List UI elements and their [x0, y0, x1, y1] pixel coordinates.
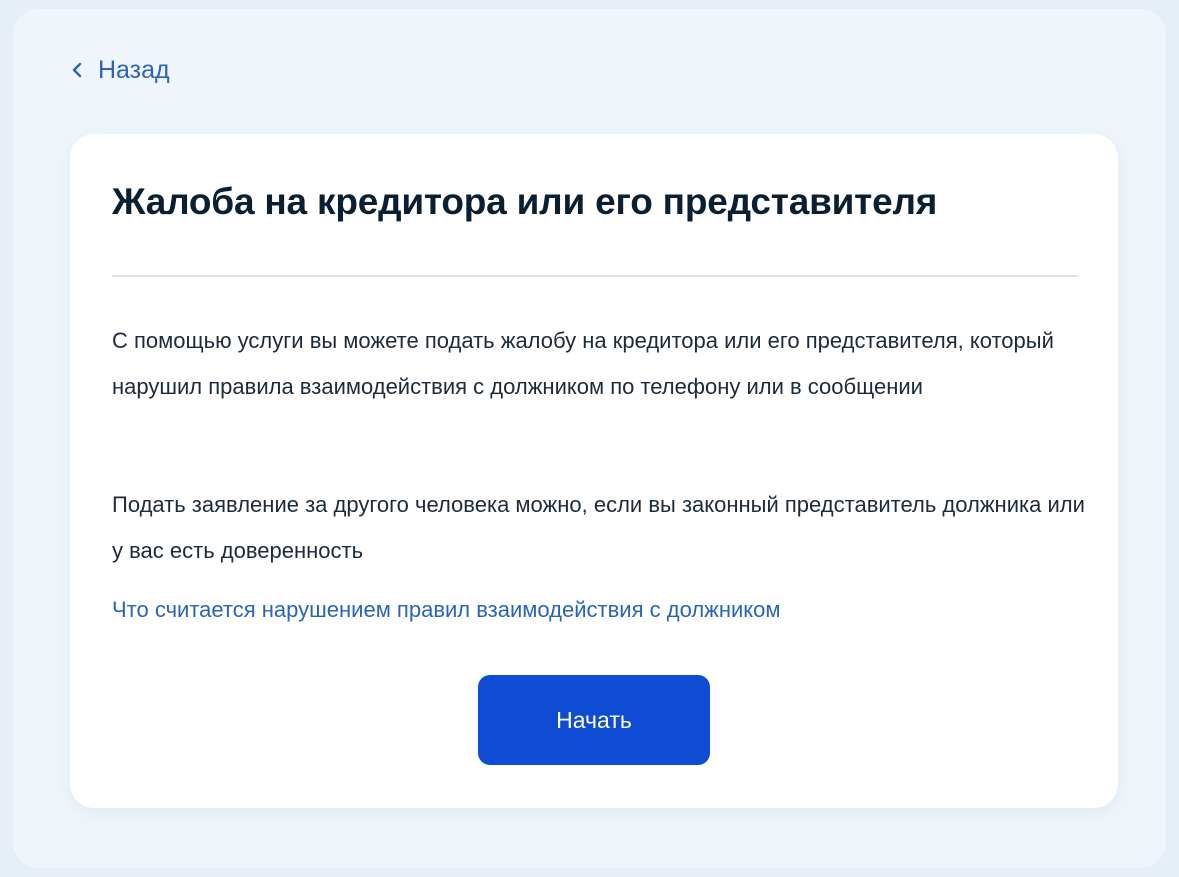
description-paragraph: С помощью услуги вы можете подать жалобу… [112, 328, 1054, 399]
title-divider [112, 275, 1078, 277]
back-link-label: Назад [98, 55, 170, 84]
page-title: Жалоба на кредитора или его представител… [112, 181, 938, 222]
start-button[interactable]: Начать [478, 675, 710, 765]
back-link[interactable]: Назад [68, 52, 170, 88]
violation-info-link[interactable]: Что считается нарушением правил взаимоде… [112, 590, 781, 630]
proxy-info-paragraph: Подать заявление за другого человека мож… [112, 492, 1085, 563]
page-panel: Назад Жалоба на кредитора или его предст… [12, 8, 1167, 869]
chevron-left-icon [68, 61, 86, 79]
service-card: Жалоба на кредитора или его представител… [70, 134, 1118, 808]
